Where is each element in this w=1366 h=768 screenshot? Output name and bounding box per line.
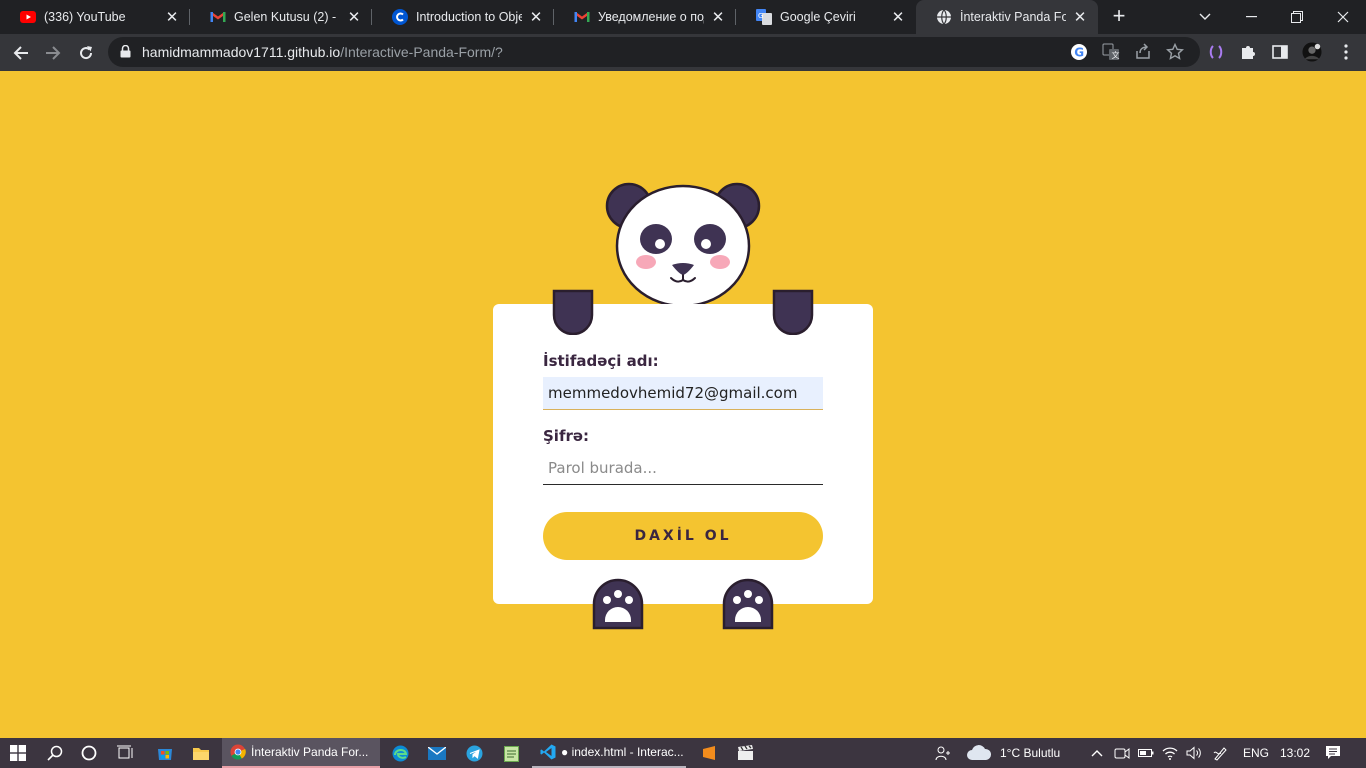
telegram-icon[interactable] xyxy=(457,738,491,768)
volume-icon[interactable] xyxy=(1184,738,1204,768)
vscode-icon xyxy=(540,744,556,760)
panda-head xyxy=(605,182,761,308)
meet-now-icon[interactable] xyxy=(1112,738,1132,768)
notifications-icon[interactable] xyxy=(1322,738,1344,768)
browser-toolbar: hamidmammadov1711.github.io/Interactive-… xyxy=(0,34,1366,71)
taskbar-chrome-label: İnteraktiv Panda For... xyxy=(251,745,369,759)
share-icon[interactable] xyxy=(1133,42,1153,62)
search-icon[interactable] xyxy=(38,738,72,768)
password-label: Şifrə: xyxy=(543,427,590,445)
google-lens-icon[interactable]: G xyxy=(1069,42,1089,62)
forward-button[interactable] xyxy=(40,40,66,66)
tab-title: Уведомление о подтв xyxy=(598,10,704,24)
login-button[interactable]: DAXİL OL xyxy=(543,512,823,560)
weather-cloud-icon[interactable] xyxy=(962,738,996,768)
tab-title: Introduction to Object xyxy=(416,10,522,24)
wifi-icon[interactable] xyxy=(1160,738,1180,768)
language-indicator[interactable]: ENG xyxy=(1243,738,1269,768)
weather-text[interactable]: 1°C Bulutlu xyxy=(1000,738,1060,768)
task-view-icon[interactable] xyxy=(108,738,142,768)
notepad-icon[interactable] xyxy=(494,738,528,768)
tab-title: (336) YouTube xyxy=(44,10,126,24)
tab-youtube[interactable]: (336) YouTube ✕ xyxy=(0,0,190,34)
panda-left-blush xyxy=(636,255,656,269)
lock-icon[interactable] xyxy=(120,44,131,63)
tab-title: İnteraktiv Panda Form xyxy=(960,10,1066,24)
tab-close-icon[interactable]: ✕ xyxy=(1072,9,1088,26)
address-bar[interactable]: hamidmammadov1711.github.io/Interactive-… xyxy=(108,37,1200,67)
tab-title: Google Çeviri xyxy=(780,10,856,24)
tab-coursera[interactable]: Introduction to Object ✕ xyxy=(372,0,554,34)
close-window-button[interactable] xyxy=(1320,0,1366,34)
restore-button[interactable] xyxy=(1274,0,1320,34)
coursera-icon xyxy=(392,9,408,25)
password-input[interactable] xyxy=(543,452,823,485)
sublime-text-icon[interactable] xyxy=(692,738,726,768)
clock[interactable]: 13:02 xyxy=(1280,738,1310,768)
svg-text:G: G xyxy=(1074,46,1084,60)
new-tab-button[interactable]: + xyxy=(1108,5,1130,28)
side-panel-icon[interactable] xyxy=(1270,42,1290,62)
translate-page-icon[interactable]: 文 xyxy=(1101,42,1121,62)
tab-close-icon[interactable]: ✕ xyxy=(528,9,544,26)
mail-icon[interactable] xyxy=(420,738,454,768)
page-content: İstifadəçi adı: Şifrə: DAXİL OL xyxy=(0,71,1366,738)
tab-search-icon[interactable] xyxy=(1182,0,1228,34)
panda-left-eye xyxy=(640,224,672,254)
tab-title: Gelen Kutusu (2) - mer xyxy=(234,10,340,24)
username-label: İstifadəçi adı: xyxy=(543,352,659,370)
tab-gmail-inbox[interactable]: Gelen Kutusu (2) - mer ✕ xyxy=(190,0,372,34)
microsoft-store-icon[interactable] xyxy=(148,738,182,768)
tab-close-icon[interactable]: ✕ xyxy=(164,9,180,26)
panda-right-eye xyxy=(694,224,726,254)
tab-interactive-panda-form[interactable]: İnteraktiv Panda Form ✕ xyxy=(916,0,1098,34)
google-translate-icon: G xyxy=(756,9,772,25)
globe-icon xyxy=(936,9,952,25)
profile-avatar[interactable] xyxy=(1302,42,1322,62)
battery-icon[interactable] xyxy=(1136,738,1156,768)
tab-close-icon[interactable]: ✕ xyxy=(710,9,726,26)
windows-start-icon[interactable] xyxy=(0,738,36,768)
tab-google-translate[interactable]: G Google Çeviri ✕ xyxy=(736,0,916,34)
panda-left-hand xyxy=(552,289,594,335)
chevron-up-icon[interactable] xyxy=(1087,738,1107,768)
pen-workspace-icon[interactable] xyxy=(1210,738,1232,768)
cortana-icon[interactable] xyxy=(72,738,106,768)
svg-text:G: G xyxy=(758,12,763,20)
tab-close-icon[interactable]: ✕ xyxy=(890,9,906,26)
gmail-icon xyxy=(574,9,590,25)
edge-icon[interactable] xyxy=(383,738,417,768)
panda-right-hand xyxy=(772,289,814,335)
extension-brackets-icon[interactable] xyxy=(1206,42,1226,62)
reload-button[interactable] xyxy=(73,40,99,66)
panda-right-blush xyxy=(710,255,730,269)
windows-taskbar: İnteraktiv Panda For... ● index.html - I… xyxy=(0,738,1366,768)
panda-right-paw xyxy=(722,578,774,630)
url-text[interactable]: hamidmammadov1711.github.io/Interactive-… xyxy=(142,44,503,60)
chrome-menu-icon[interactable] xyxy=(1336,42,1356,62)
clapperboard-icon[interactable] xyxy=(728,738,762,768)
youtube-icon xyxy=(20,9,36,25)
tab-gmail-notification[interactable]: Уведомление о подтв ✕ xyxy=(554,0,736,34)
browser-tab-strip: (336) YouTube ✕ Gelen Kutusu (2) - mer ✕… xyxy=(0,0,1366,34)
login-card: İstifadəçi adı: Şifrə: DAXİL OL xyxy=(493,304,873,604)
bookmark-star-icon[interactable] xyxy=(1165,42,1185,62)
tab-close-icon[interactable]: ✕ xyxy=(346,9,362,26)
people-icon[interactable] xyxy=(930,738,956,768)
gmail-icon xyxy=(210,9,226,25)
chrome-icon xyxy=(230,744,246,760)
minimize-button[interactable] xyxy=(1228,0,1274,34)
taskbar-vscode-window[interactable]: ● index.html - Interac... xyxy=(532,738,686,768)
taskbar-chrome-window[interactable]: İnteraktiv Panda For... xyxy=(222,738,380,768)
panda-face xyxy=(615,184,751,308)
extensions-puzzle-icon[interactable] xyxy=(1238,42,1258,62)
panda-left-paw xyxy=(592,578,644,630)
file-explorer-icon[interactable] xyxy=(184,738,218,768)
svg-text:文: 文 xyxy=(1112,50,1120,60)
back-button[interactable] xyxy=(8,40,34,66)
taskbar-vscode-label: ● index.html - Interac... xyxy=(561,745,684,759)
username-input[interactable] xyxy=(543,377,823,410)
